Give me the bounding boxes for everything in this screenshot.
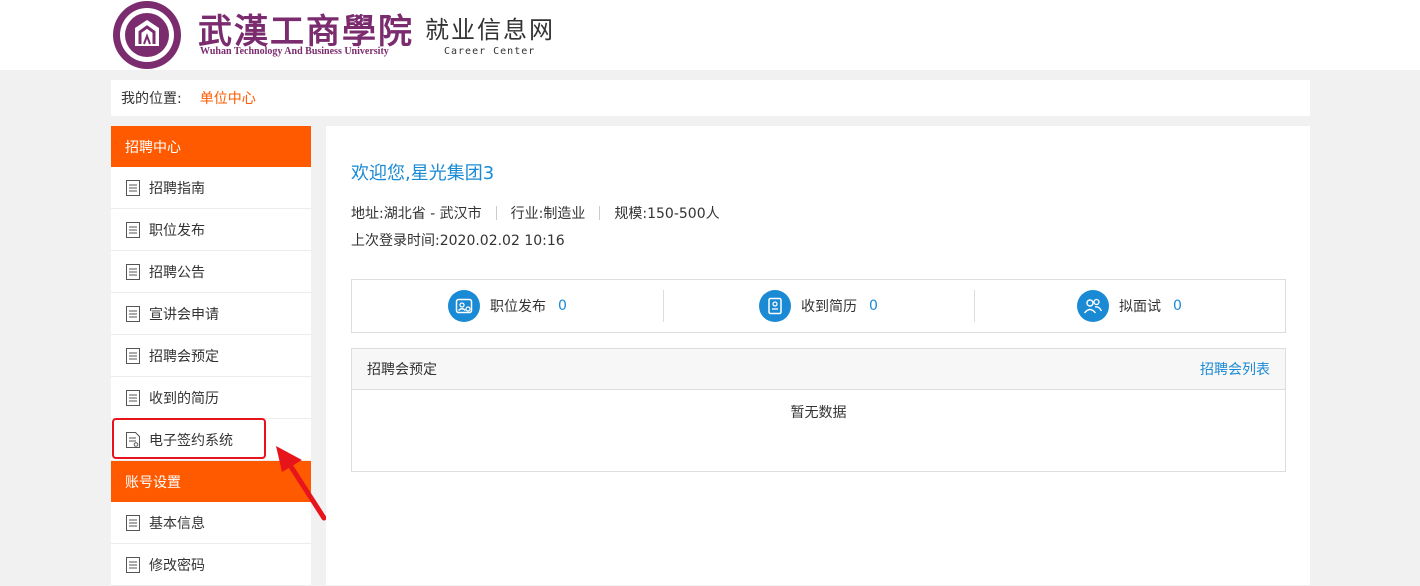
site-header: 武漢工商學院 Wuhan Technology And Business Uni…: [0, 0, 1420, 70]
document-icon: [126, 389, 140, 406]
company-scale: 规模:150-500人: [614, 206, 720, 222]
breadcrumb: 我的位置: 单位中心: [111, 80, 1310, 116]
sidebar-section-recruit[interactable]: 招聘中心: [111, 126, 311, 167]
company-industry: 行业:制造业: [510, 206, 586, 222]
site-subtitle: Career Center: [444, 46, 536, 57]
document-icon: [126, 514, 140, 531]
last-login: 上次登录时间:2020.02.02 10:16: [351, 233, 565, 249]
document-icon: [126, 179, 140, 196]
stat-label: 收到简历: [801, 299, 858, 315]
sidebar-item-label: 职位发布: [149, 222, 205, 239]
sidebar-item-label: 修改密码: [149, 557, 205, 574]
sidebar-item-label: 基本信息: [149, 515, 205, 532]
document-icon: [126, 347, 140, 364]
contract-icon: [126, 431, 140, 448]
sidebar-item-fair-booking[interactable]: 招聘会预定: [111, 335, 311, 377]
company-info: 地址:湖北省 - 武汉市 行业:制造业 规模:150-500人: [351, 203, 720, 223]
empty-state: 暂无数据: [790, 405, 847, 421]
welcome-title: 欢迎您,星光集团3: [351, 163, 495, 184]
company-address: 地址:湖北省 - 武汉市: [351, 206, 482, 222]
stat-job-posts[interactable]: 职位发布 0: [352, 280, 663, 332]
stat-interviews[interactable]: 拟面试 0: [974, 280, 1285, 332]
university-name-en: Wuhan Technology And Business University: [200, 46, 389, 57]
fair-list-link[interactable]: 招聘会列表: [1200, 359, 1270, 379]
document-icon: [126, 263, 140, 280]
breadcrumb-current[interactable]: 单位中心: [200, 88, 256, 108]
sidebar-item-talk-apply[interactable]: 宣讲会申请: [111, 293, 311, 335]
breadcrumb-label: 我的位置:: [121, 91, 182, 107]
sidebar-item-label: 电子签约系统: [149, 432, 233, 449]
sidebar-item-guide[interactable]: 招聘指南: [111, 167, 311, 209]
divider: [599, 206, 601, 220]
stat-value: 0: [558, 298, 567, 314]
university-seal-icon[interactable]: [111, 0, 184, 70]
document-icon: [126, 556, 140, 573]
sidebar-item-announcement[interactable]: 招聘公告: [111, 251, 311, 293]
stat-label: 拟面试: [1119, 299, 1162, 315]
main-panel: 欢迎您,星光集团3 地址:湖北省 - 武汉市 行业:制造业 规模:150-500…: [326, 126, 1310, 585]
sidebar-item-label: 收到的简历: [149, 390, 219, 407]
stat-value: 0: [1173, 298, 1182, 314]
stat-resumes[interactable]: 收到简历 0: [663, 280, 974, 332]
divider: [495, 206, 497, 220]
document-icon: [126, 221, 140, 238]
fair-panel-title: 招聘会预定: [367, 362, 437, 378]
sidebar-item-resumes[interactable]: 收到的简历: [111, 377, 311, 419]
resume-icon: [759, 290, 792, 322]
site-title: 就业信息网: [425, 16, 555, 44]
sidebar-item-change-password[interactable]: 修改密码: [111, 544, 311, 586]
fair-booking-panel: 招聘会预定 招聘会列表 暂无数据: [351, 348, 1286, 472]
stat-value: 0: [869, 298, 878, 314]
sidebar-item-label: 宣讲会申请: [149, 306, 219, 323]
stat-label: 职位发布: [490, 299, 547, 315]
interview-people-icon: [1077, 290, 1110, 322]
sidebar-item-job-post[interactable]: 职位发布: [111, 209, 311, 251]
document-icon: [126, 305, 140, 322]
fair-panel-header: 招聘会预定 招聘会列表: [352, 349, 1285, 390]
sidebar-item-label: 招聘会预定: [149, 348, 219, 365]
stats-bar: 职位发布 0 收到简历 0 拟面试 0: [351, 279, 1286, 333]
sidebar-item-label: 招聘公告: [149, 264, 205, 281]
sidebar-item-label: 招聘指南: [149, 180, 205, 197]
job-card-icon: [448, 290, 481, 322]
